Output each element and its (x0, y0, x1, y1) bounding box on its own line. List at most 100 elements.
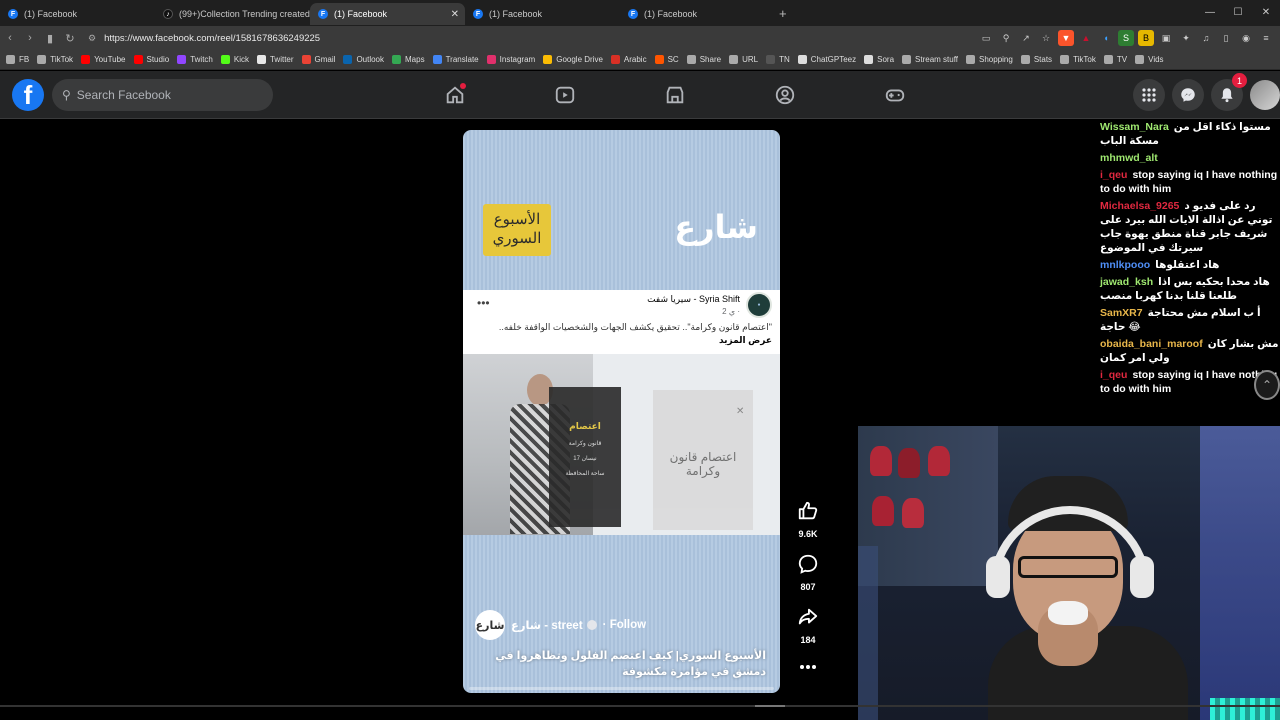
media-icon[interactable]: ♫ (1198, 30, 1214, 46)
bookmark-item[interactable]: ChatGPTeez (797, 55, 856, 64)
bookmark-item[interactable]: Twitter (256, 55, 294, 64)
zoom-icon[interactable]: ⚲ (998, 30, 1014, 46)
scrollbar-thumb[interactable] (755, 705, 785, 707)
brave-shield-icon[interactable]: ▼ (1058, 30, 1074, 46)
nav-groups[interactable] (730, 71, 840, 119)
menu-icon[interactable]: ≡ (1258, 30, 1274, 46)
nav-gaming[interactable] (840, 71, 950, 119)
chat-username[interactable]: mnlkpooo (1100, 259, 1150, 271)
menu-button[interactable] (1133, 79, 1165, 111)
bookmark-icon (654, 55, 664, 64)
back-icon[interactable]: ‹ (0, 32, 20, 44)
sidebar-icon[interactable]: ▯ (1218, 30, 1234, 46)
minimize-icon[interactable]: — (1196, 0, 1224, 26)
forward-icon[interactable]: › (20, 32, 40, 44)
chat-username[interactable]: i_qeu (1100, 369, 1127, 381)
scroll-up-icon[interactable]: ⌃ (1254, 370, 1280, 400)
bookmark-icon (133, 55, 143, 64)
extension-yellow-icon[interactable]: B (1138, 30, 1154, 46)
nav-home[interactable] (400, 71, 510, 119)
nav-marketplace[interactable] (620, 71, 730, 119)
maximize-icon[interactable]: ☐ (1224, 0, 1252, 26)
browser-tab[interactable]: ♪ (99+)Collection Trending created by (155, 3, 310, 25)
bookmark-item[interactable]: TV (1103, 55, 1127, 64)
chat-username[interactable]: jawad_ksh (1100, 276, 1153, 288)
reel-video[interactable]: الأسبوع السوري شارع ••• سيريا شفت - Syri… (463, 130, 780, 693)
bookmark-icon[interactable]: ▮ (40, 32, 60, 45)
grid-menu-icon (1142, 88, 1156, 102)
bookmarks-bar: FB TikTok YouTube Studio Twitch Kick Twitter Gm… (0, 50, 1280, 70)
facebook-logo-icon[interactable]: f (12, 79, 44, 111)
star-icon[interactable]: ☆ (1038, 30, 1054, 46)
chat-username[interactable]: obaida_bani_maroof (1100, 338, 1203, 350)
share-icon[interactable]: ↗ (1018, 30, 1034, 46)
bookmark-item[interactable]: Twitch (177, 55, 213, 64)
chat-username[interactable]: i_qeu (1100, 169, 1127, 181)
bookmark-item[interactable]: Stream stuff (902, 55, 958, 64)
bookmark-item[interactable]: Sora (864, 55, 894, 64)
notifications-button[interactable]: 1 (1211, 73, 1247, 111)
post-text: "اعتصام قانون وكرامة".. تحقيق يكشف الجها… (498, 322, 772, 332)
rewards-icon[interactable]: ▲ (1078, 30, 1094, 46)
cast-icon[interactable]: ▭ (978, 30, 994, 46)
chat-username[interactable]: Michaelsa_9265 (1100, 200, 1179, 212)
bookmark-item[interactable]: Stats (1020, 55, 1052, 64)
bookmark-item[interactable]: TikTok (37, 55, 73, 64)
channel-info: شارع شارع - street · Follow (475, 610, 646, 640)
bookmark-item[interactable]: URL (729, 55, 758, 64)
bookmark-item[interactable]: TikTok (1060, 55, 1096, 64)
bookmark-item[interactable]: TN (766, 55, 790, 64)
bookmark-item[interactable]: FB (6, 55, 29, 64)
bookmark-item[interactable]: SC (654, 55, 679, 64)
browser-tab[interactable]: F (1) Facebook (465, 3, 620, 25)
bookmark-item[interactable]: Kick (220, 55, 249, 64)
extension-green-icon[interactable]: S (1118, 30, 1134, 46)
reel-caption: الأسبوع السوري| كيف اعتصم الفلول وتظاهرو… (495, 650, 766, 678)
search-input[interactable]: ⚲ Search Facebook (52, 79, 273, 111)
browser-tab[interactable]: F (1) Facebook ✕ (310, 3, 465, 25)
chat-username[interactable]: Wissam_Nara (1100, 121, 1169, 133)
follow-button[interactable]: · Follow (603, 619, 646, 631)
bookmark-item[interactable]: Vids (1135, 55, 1164, 64)
share-button[interactable]: 184 (790, 606, 826, 645)
extension-icon[interactable]: ◖ (1098, 30, 1114, 46)
comment-button[interactable]: 807 (790, 553, 826, 592)
video-progress-bar[interactable] (469, 687, 774, 690)
bookmark-item[interactable]: Shopping (966, 55, 1013, 64)
channel-avatar[interactable]: شارع (475, 610, 505, 640)
poster-line: 17 نيسان (573, 456, 597, 462)
more-button[interactable] (790, 659, 826, 677)
chat-username[interactable]: mhmwd_alt (1100, 152, 1158, 164)
extension-gray-icon[interactable]: ▣ (1158, 30, 1174, 46)
messenger-button[interactable] (1172, 79, 1204, 111)
close-window-icon[interactable]: ✕ (1252, 0, 1280, 26)
like-button[interactable]: 9.6K (790, 500, 826, 539)
nav-video[interactable] (510, 71, 620, 119)
post-avatar: ● (746, 292, 772, 318)
account-avatar[interactable] (1250, 80, 1280, 110)
bookmark-item[interactable]: Arabic (610, 55, 647, 64)
bookmark-item[interactable]: Gmail (301, 55, 335, 64)
browser-tab[interactable]: F (1) Facebook (620, 3, 775, 25)
address-bar[interactable]: ⚙ https://www.facebook.com/reel/15816786… (88, 29, 1008, 47)
extensions-icon[interactable]: ✦ (1178, 30, 1194, 46)
bookmark-item[interactable]: Translate (432, 55, 479, 64)
site-info-icon[interactable]: ⚙ (88, 33, 96, 44)
profile-icon[interactable]: ◉ (1238, 30, 1254, 46)
page-scrollbar[interactable] (0, 705, 1280, 707)
browser-tab[interactable]: F (1) Facebook (0, 3, 155, 25)
bookmark-item[interactable]: Share (686, 55, 721, 64)
new-tab-icon[interactable]: + (779, 6, 793, 21)
bookmark-item[interactable]: YouTube (81, 55, 126, 64)
close-tab-icon[interactable]: ✕ (451, 9, 459, 20)
reload-icon[interactable]: ↻ (60, 32, 80, 45)
bookmark-item[interactable]: Studio (133, 55, 169, 64)
bookmark-item[interactable]: Maps (392, 55, 425, 64)
bookmark-item[interactable]: Google Drive (543, 55, 603, 64)
reel-actions: 9.6K 807 184 (790, 500, 826, 691)
stream-chat-overlay: Wissam_Nara مستوا ذكاء اقل من مسكة الباب m… (1100, 120, 1280, 420)
chat-username[interactable]: SamXR7 (1100, 307, 1143, 319)
bookmark-item[interactable]: Instagram (486, 55, 535, 64)
bookmark-item[interactable]: Outlook (343, 55, 384, 64)
channel-name[interactable]: شارع - street (511, 618, 583, 632)
